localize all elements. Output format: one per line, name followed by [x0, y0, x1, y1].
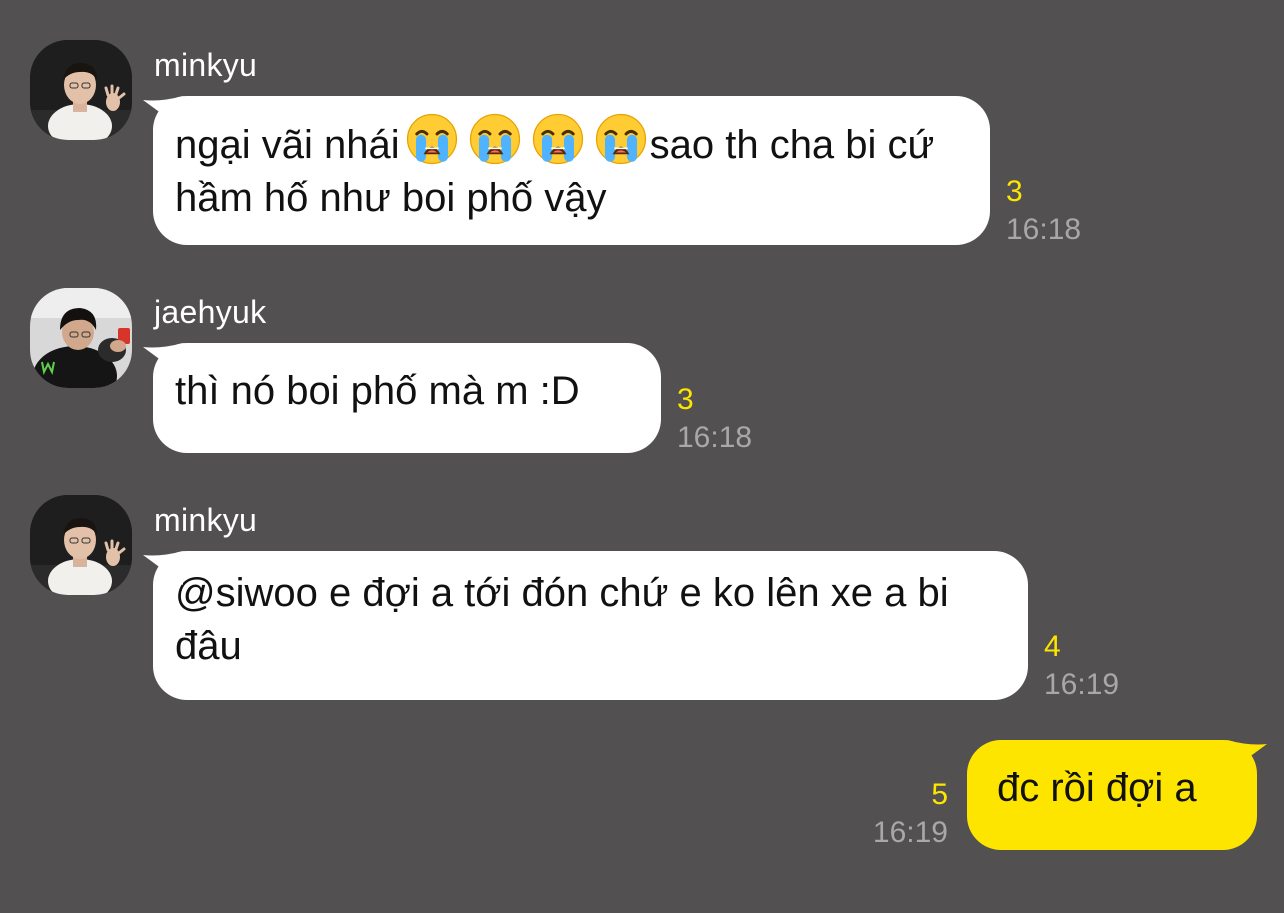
message-text: ngại vãi nhái: [175, 123, 400, 167]
timestamp: 16:19: [1044, 668, 1120, 701]
minkyu-avatar[interactable]: [30, 40, 132, 140]
message-text: thì nó boi phố mà m :D: [175, 369, 580, 413]
message-meta: 5 16:19: [873, 776, 948, 852]
sender-name: minkyu: [154, 502, 258, 538]
loudly-crying-face-icon: [594, 112, 648, 166]
bubble-tail: [143, 343, 183, 377]
unread-count: 4: [1044, 630, 1061, 663]
message-text: đc rồi đợi a: [997, 766, 1197, 810]
unread-count: 5: [931, 778, 948, 811]
bubble-tail: [1227, 740, 1267, 774]
message-meta: 3 16:18: [1006, 173, 1081, 249]
loudly-crying-face-icon: [405, 112, 459, 166]
unread-count: 3: [1006, 175, 1023, 208]
message-meta: 4 16:19: [1044, 628, 1119, 704]
bubble-tail: [143, 551, 183, 585]
sender-name: minkyu: [154, 47, 258, 83]
message-meta: 3 16:18: [677, 381, 752, 457]
unread-count: 3: [677, 383, 694, 416]
message-bubble[interactable]: ngại vãi nhái sao th cha bi cứ hầm hố như…: [143, 96, 990, 245]
timestamp: 16:19: [872, 816, 948, 849]
minkyu-avatar[interactable]: [30, 495, 132, 595]
message-bubble[interactable]: thì nó boi phố mà m :D: [143, 343, 661, 453]
timestamp: 16:18: [677, 421, 753, 454]
loudly-crying-face-icon: [468, 112, 522, 166]
bubble-tail: [143, 96, 183, 130]
loudly-crying-face-icon: [531, 112, 585, 166]
message-bubble[interactable]: @siwoo e đợi a tới đón chứ e ko lên xe a…: [143, 551, 1028, 700]
message-text: @siwoo e đợi a tới đón chứ e ko lên xe a…: [175, 571, 949, 668]
timestamp: 16:18: [1006, 213, 1082, 246]
chat-room[interactable]: minkyu ngại vãi nhái sao th cha bi cứ hầm…: [0, 0, 1284, 913]
jaehyuk-avatar[interactable]: [30, 288, 132, 388]
my-message-bubble[interactable]: đc rồi đợi a: [967, 740, 1267, 850]
sender-name: jaehyuk: [154, 294, 267, 330]
